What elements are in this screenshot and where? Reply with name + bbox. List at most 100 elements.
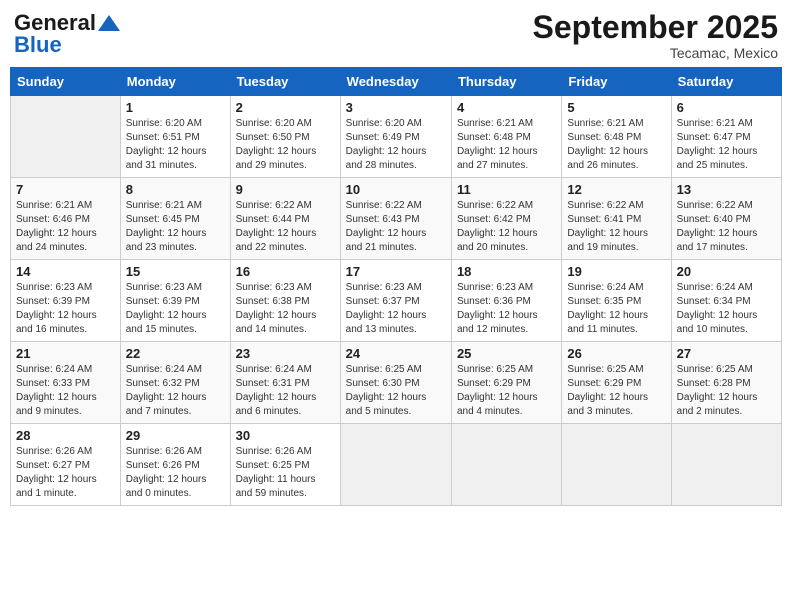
day-info: Sunrise: 6:20 AM Sunset: 6:51 PM Dayligh… <box>126 117 225 173</box>
calendar-cell: 4 Sunrise: 6:21 AM Sunset: 6:48 PM Daylig… <box>451 96 561 178</box>
logo-blue: Blue <box>14 32 62 58</box>
day-info: Sunrise: 6:25 AM Sunset: 6:29 PM Dayligh… <box>457 363 556 419</box>
calendar-cell: 29 Sunrise: 6:26 AM Sunset: 6:26 PM Dayli… <box>120 424 230 506</box>
calendar-cell: 23 Sunrise: 6:24 AM Sunset: 6:31 PM Dayli… <box>230 342 340 424</box>
weekday-header-tuesday: Tuesday <box>230 68 340 96</box>
day-info: Sunrise: 6:22 AM Sunset: 6:41 PM Dayligh… <box>567 199 665 255</box>
day-number: 4 <box>457 100 556 115</box>
day-info: Sunrise: 6:25 AM Sunset: 6:28 PM Dayligh… <box>677 363 776 419</box>
day-info: Sunrise: 6:21 AM Sunset: 6:46 PM Dayligh… <box>16 199 115 255</box>
day-number: 30 <box>236 428 335 443</box>
day-number: 3 <box>346 100 446 115</box>
calendar-cell: 21 Sunrise: 6:24 AM Sunset: 6:33 PM Dayli… <box>11 342 121 424</box>
day-number: 18 <box>457 264 556 279</box>
calendar-week-3: 14 Sunrise: 6:23 AM Sunset: 6:39 PM Dayli… <box>11 260 782 342</box>
calendar-cell: 17Sunrise: 6:23 AM Sunset: 6:37 PM Dayli… <box>340 260 451 342</box>
calendar-cell: 16 Sunrise: 6:23 AM Sunset: 6:38 PM Dayli… <box>230 260 340 342</box>
day-info: Sunrise: 6:20 AM Sunset: 6:50 PM Dayligh… <box>236 117 335 173</box>
calendar-cell <box>671 424 781 506</box>
calendar-cell: 11Sunrise: 6:22 AM Sunset: 6:42 PM Dayli… <box>451 178 561 260</box>
weekday-header-friday: Friday <box>562 68 671 96</box>
calendar-cell: 13 Sunrise: 6:22 AM Sunset: 6:40 PM Dayli… <box>671 178 781 260</box>
day-number: 14 <box>16 264 115 279</box>
calendar-cell: 2Sunrise: 6:20 AM Sunset: 6:50 PM Daylig… <box>230 96 340 178</box>
calendar-cell: 3 Sunrise: 6:20 AM Sunset: 6:49 PM Daylig… <box>340 96 451 178</box>
day-info: Sunrise: 6:22 AM Sunset: 6:40 PM Dayligh… <box>677 199 776 255</box>
day-number: 10 <box>346 182 446 197</box>
day-info: Sunrise: 6:21 AM Sunset: 6:45 PM Dayligh… <box>126 199 225 255</box>
day-number: 28 <box>16 428 115 443</box>
day-number: 21 <box>16 346 115 361</box>
calendar-cell <box>562 424 671 506</box>
weekday-header-wednesday: Wednesday <box>340 68 451 96</box>
calendar-cell: 24Sunrise: 6:25 AM Sunset: 6:30 PM Dayli… <box>340 342 451 424</box>
calendar-cell: 28 Sunrise: 6:26 AM Sunset: 6:27 PM Dayli… <box>11 424 121 506</box>
month-title: September 2025 <box>533 10 778 45</box>
day-info: Sunrise: 6:24 AM Sunset: 6:33 PM Dayligh… <box>16 363 115 419</box>
calendar-cell: 1 Sunrise: 6:20 AM Sunset: 6:51 PM Daylig… <box>120 96 230 178</box>
day-number: 6 <box>677 100 776 115</box>
calendar-cell: 30 Sunrise: 6:26 AM Sunset: 6:25 PM Dayli… <box>230 424 340 506</box>
day-number: 19 <box>567 264 665 279</box>
day-number: 26 <box>567 346 665 361</box>
day-number: 12 <box>567 182 665 197</box>
calendar-cell: 27 Sunrise: 6:25 AM Sunset: 6:28 PM Dayli… <box>671 342 781 424</box>
calendar-cell <box>11 96 121 178</box>
day-info: Sunrise: 6:23 AM Sunset: 6:39 PM Dayligh… <box>126 281 225 337</box>
day-number: 17 <box>346 264 446 279</box>
day-info: Sunrise: 6:22 AM Sunset: 6:44 PM Dayligh… <box>236 199 335 255</box>
weekday-header-sunday: Sunday <box>11 68 121 96</box>
day-number: 22 <box>126 346 225 361</box>
calendar-cell: 5 Sunrise: 6:21 AM Sunset: 6:48 PM Daylig… <box>562 96 671 178</box>
day-number: 16 <box>236 264 335 279</box>
day-number: 8 <box>126 182 225 197</box>
day-info: Sunrise: 6:21 AM Sunset: 6:48 PM Dayligh… <box>457 117 556 173</box>
calendar-cell: 9 Sunrise: 6:22 AM Sunset: 6:44 PM Daylig… <box>230 178 340 260</box>
calendar-week-1: 1 Sunrise: 6:20 AM Sunset: 6:51 PM Daylig… <box>11 96 782 178</box>
day-number: 27 <box>677 346 776 361</box>
day-info: Sunrise: 6:23 AM Sunset: 6:39 PM Dayligh… <box>16 281 115 337</box>
day-info: Sunrise: 6:24 AM Sunset: 6:31 PM Dayligh… <box>236 363 335 419</box>
calendar-cell <box>451 424 561 506</box>
calendar-week-2: 7 Sunrise: 6:21 AM Sunset: 6:46 PM Daylig… <box>11 178 782 260</box>
day-info: Sunrise: 6:26 AM Sunset: 6:25 PM Dayligh… <box>236 445 335 501</box>
day-info: Sunrise: 6:23 AM Sunset: 6:36 PM Dayligh… <box>457 281 556 337</box>
calendar-cell: 6Sunrise: 6:21 AM Sunset: 6:47 PM Daylig… <box>671 96 781 178</box>
day-info: Sunrise: 6:20 AM Sunset: 6:49 PM Dayligh… <box>346 117 446 173</box>
day-info: Sunrise: 6:26 AM Sunset: 6:26 PM Dayligh… <box>126 445 225 501</box>
day-info: Sunrise: 6:25 AM Sunset: 6:29 PM Dayligh… <box>567 363 665 419</box>
day-info: Sunrise: 6:22 AM Sunset: 6:43 PM Dayligh… <box>346 199 446 255</box>
day-number: 5 <box>567 100 665 115</box>
logo: General Blue <box>14 10 120 58</box>
weekday-header-monday: Monday <box>120 68 230 96</box>
calendar-cell: 7 Sunrise: 6:21 AM Sunset: 6:46 PM Daylig… <box>11 178 121 260</box>
calendar-cell: 15 Sunrise: 6:23 AM Sunset: 6:39 PM Dayli… <box>120 260 230 342</box>
day-number: 7 <box>16 182 115 197</box>
calendar-week-5: 28 Sunrise: 6:26 AM Sunset: 6:27 PM Dayli… <box>11 424 782 506</box>
location: Tecamac, Mexico <box>533 45 778 61</box>
day-info: Sunrise: 6:24 AM Sunset: 6:35 PM Dayligh… <box>567 281 665 337</box>
day-number: 20 <box>677 264 776 279</box>
day-info: Sunrise: 6:24 AM Sunset: 6:32 PM Dayligh… <box>126 363 225 419</box>
day-number: 29 <box>126 428 225 443</box>
day-number: 9 <box>236 182 335 197</box>
day-number: 24 <box>346 346 446 361</box>
calendar-cell: 10 Sunrise: 6:22 AM Sunset: 6:43 PM Dayli… <box>340 178 451 260</box>
calendar-header-row: SundayMondayTuesdayWednesdayThursdayFrid… <box>11 68 782 96</box>
calendar-cell: 25Sunrise: 6:25 AM Sunset: 6:29 PM Dayli… <box>451 342 561 424</box>
logo-icon <box>98 15 120 31</box>
day-number: 23 <box>236 346 335 361</box>
day-number: 13 <box>677 182 776 197</box>
calendar-cell <box>340 424 451 506</box>
calendar-table: SundayMondayTuesdayWednesdayThursdayFrid… <box>10 67 782 506</box>
weekday-header-thursday: Thursday <box>451 68 561 96</box>
day-info: Sunrise: 6:23 AM Sunset: 6:38 PM Dayligh… <box>236 281 335 337</box>
title-block: September 2025 Tecamac, Mexico <box>533 10 778 61</box>
day-info: Sunrise: 6:21 AM Sunset: 6:48 PM Dayligh… <box>567 117 665 173</box>
day-number: 1 <box>126 100 225 115</box>
day-info: Sunrise: 6:24 AM Sunset: 6:34 PM Dayligh… <box>677 281 776 337</box>
calendar-cell: 14 Sunrise: 6:23 AM Sunset: 6:39 PM Dayli… <box>11 260 121 342</box>
day-info: Sunrise: 6:26 AM Sunset: 6:27 PM Dayligh… <box>16 445 115 501</box>
calendar-cell: 18 Sunrise: 6:23 AM Sunset: 6:36 PM Dayli… <box>451 260 561 342</box>
day-number: 15 <box>126 264 225 279</box>
